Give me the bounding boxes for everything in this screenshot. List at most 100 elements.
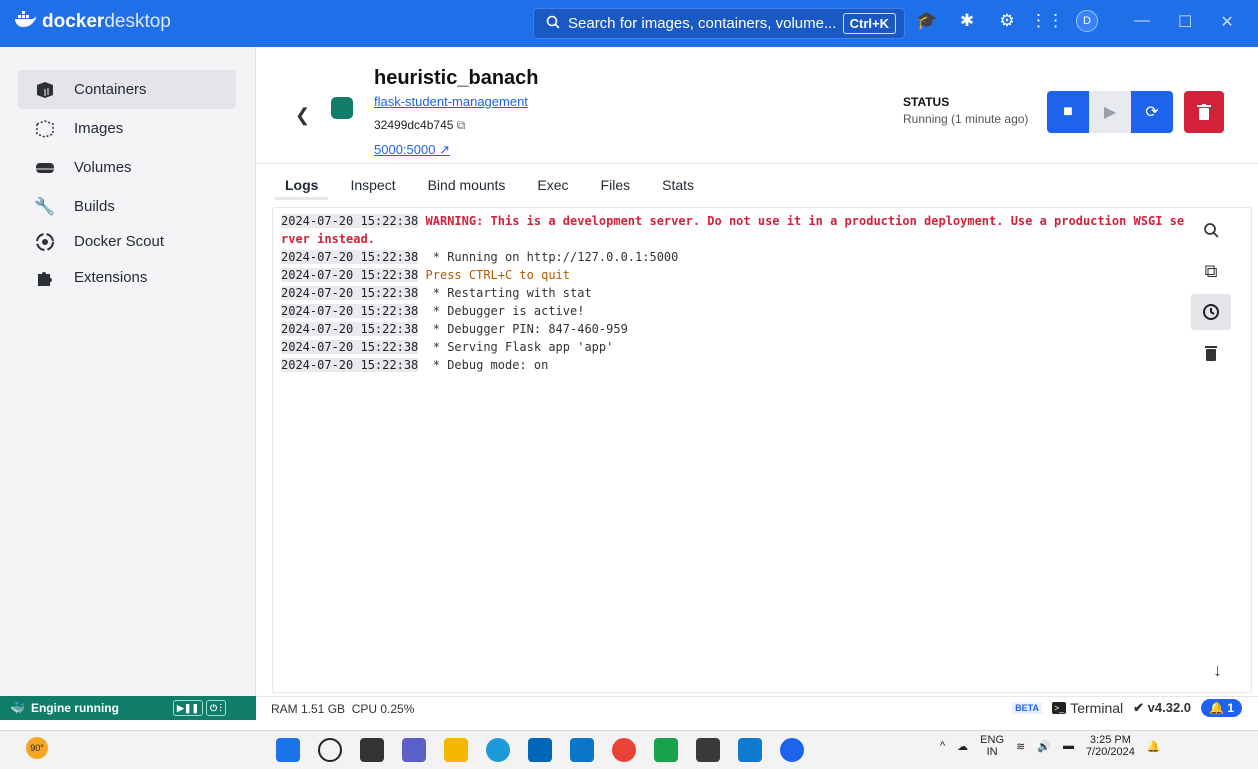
restart-button[interactable]: ⟳: [1131, 91, 1173, 133]
search-placeholder: Search for images, containers, volume...: [568, 15, 837, 32]
language-indicator[interactable]: ENG IN: [980, 734, 1004, 758]
dell-icon[interactable]: [570, 738, 594, 762]
time-text: 3:25 PM: [1089, 734, 1131, 746]
learning-center-icon[interactable]: 🎓: [916, 10, 938, 32]
timestamps-clock-icon[interactable]: [1191, 294, 1231, 330]
resource-usage: RAM 1.51 GB CPU 0.25%: [271, 702, 414, 716]
chrome-icon[interactable]: [612, 738, 636, 762]
start-button[interactable]: ▶: [1089, 91, 1131, 133]
sidebar-item-label: Docker Scout: [74, 233, 165, 250]
scroll-to-bottom-icon[interactable]: ↓: [1213, 660, 1222, 681]
sidebar-item-volumes[interactable]: Volumes: [18, 148, 236, 187]
trash-icon: [1197, 104, 1211, 120]
top-bar: docker desktop Search for images, contain…: [0, 0, 1258, 47]
close-icon[interactable]: ✕: [1220, 12, 1233, 32]
log-line: 2024-07-20 15:22:38 * Running on http://…: [281, 248, 1191, 266]
log-message: * Serving Flask app 'app': [425, 340, 614, 354]
beta-badge: BETA: [1012, 702, 1042, 714]
version-info[interactable]: ✔ v4.32.0: [1133, 700, 1191, 716]
port-text: 5000:5000: [374, 142, 436, 157]
tab-exec[interactable]: Exec: [537, 175, 568, 200]
maximize-icon[interactable]: ☐: [1178, 12, 1192, 32]
search-bar[interactable]: Search for images, containers, volume...…: [533, 8, 905, 39]
header-divider: [257, 163, 1258, 164]
task-view-icon[interactable]: [360, 738, 384, 762]
engine-play-pause-icon[interactable]: ▶❚❚: [173, 700, 204, 716]
tab-inspect[interactable]: Inspect: [350, 175, 395, 200]
terminal-icon[interactable]: [696, 738, 720, 762]
teams-icon[interactable]: [402, 738, 426, 762]
back-arrow-icon[interactable]: ❮: [295, 105, 310, 126]
log-timestamp: 2024-07-20 15:22:38: [281, 322, 419, 336]
log-lines: 2024-07-20 15:22:38 WARNING: This is a d…: [281, 212, 1191, 374]
troubleshoot-bug-icon[interactable]: ✱: [956, 10, 978, 32]
sidebar-item-docker-scout[interactable]: Docker Scout: [18, 222, 236, 261]
tab-bind-mounts[interactable]: Bind mounts: [428, 175, 506, 200]
stop-button[interactable]: ■: [1047, 91, 1089, 133]
sidebar-item-builds[interactable]: 🔧 Builds: [18, 187, 236, 226]
engine-status: 🐳 Engine running ▶❚❚ ⏻ ⋮: [0, 696, 256, 720]
sidebar-item-extensions[interactable]: Extensions: [18, 258, 236, 297]
terminal-button[interactable]: >_ Terminal: [1051, 700, 1124, 716]
app-grid-icon[interactable]: ⋮⋮: [1030, 10, 1064, 32]
wifi-icon[interactable]: ≋: [1016, 740, 1025, 753]
sidebar-item-containers[interactable]: Containers: [18, 70, 236, 109]
battery-icon[interactable]: ▬: [1063, 740, 1074, 752]
notification-count: 1: [1227, 701, 1234, 715]
notification-bell-icon[interactable]: 🔔: [1147, 740, 1161, 753]
terminal-label: Terminal: [1070, 700, 1124, 716]
settings-gear-icon[interactable]: ⚙: [996, 10, 1018, 32]
cloud-icon[interactable]: ☁: [957, 740, 968, 753]
log-line: 2024-07-20 15:22:38 Press CTRL+C to quit: [281, 266, 1191, 284]
notifications-button[interactable]: 🔔 1: [1201, 699, 1242, 717]
file-explorer-icon[interactable]: [444, 738, 468, 762]
port-link[interactable]: 5000:5000 ↗: [374, 142, 450, 158]
log-message: * Debug mode: on: [425, 358, 549, 372]
copy-icon[interactable]: ⧉: [457, 118, 466, 132]
vscode-icon[interactable]: [738, 738, 762, 762]
sidebar-item-label: Containers: [74, 81, 147, 98]
sidebar: Containers Images Volumes 🔧 Builds Docke…: [0, 47, 256, 696]
scout-icon: [34, 231, 56, 253]
photos-icon[interactable]: [654, 738, 678, 762]
docker-icon[interactable]: [780, 738, 804, 762]
store-icon[interactable]: [528, 738, 552, 762]
search-icon[interactable]: [318, 738, 342, 762]
tab-logs[interactable]: Logs: [274, 175, 330, 200]
chevron-up-icon[interactable]: ^: [940, 740, 945, 752]
edge-browser-icon[interactable]: [486, 738, 510, 762]
image-link[interactable]: flask-student-management: [374, 94, 528, 109]
container-id: 32499dc4b745 ⧉: [374, 118, 465, 133]
minimize-icon[interactable]: —: [1134, 12, 1150, 32]
log-message: WARNING: This is a development server. D…: [425, 214, 1185, 228]
log-message-cont: rver instead.: [281, 232, 375, 246]
version-text: v4.32.0: [1147, 700, 1192, 715]
search-icon: [546, 15, 560, 33]
log-message: Press CTRL+C to quit: [425, 268, 571, 282]
copy-logs-icon[interactable]: ⧉: [1191, 253, 1231, 289]
log-line: 2024-07-20 15:22:38 * Debugger PIN: 847-…: [281, 320, 1191, 338]
ram-usage: RAM 1.51 GB: [271, 702, 346, 716]
log-viewer[interactable]: 2024-07-20 15:22:38 WARNING: This is a d…: [272, 207, 1252, 693]
sidebar-item-images[interactable]: Images: [18, 109, 236, 148]
clear-logs-trash-icon[interactable]: [1191, 335, 1231, 371]
tab-stats[interactable]: Stats: [662, 175, 694, 200]
account-avatar[interactable]: D: [1076, 10, 1098, 32]
engine-power-menu-icon[interactable]: ⏻ ⋮: [206, 700, 226, 716]
date-text: 7/20/2024: [1085, 746, 1135, 758]
log-line: 2024-07-20 15:22:38 * Debugger is active…: [281, 302, 1191, 320]
windows-start-icon[interactable]: [276, 738, 300, 762]
clock[interactable]: 3:25 PM 7/20/2024: [1086, 734, 1135, 758]
tab-files[interactable]: Files: [601, 175, 631, 200]
volume-icon[interactable]: 🔊: [1037, 740, 1051, 753]
docker-logo: docker desktop: [14, 11, 171, 33]
sidebar-item-label: Builds: [74, 198, 115, 215]
search-logs-icon[interactable]: [1191, 212, 1231, 248]
image-icon: [34, 118, 56, 140]
log-message: * Debugger is active!: [425, 304, 585, 318]
weather-widget[interactable]: 90°: [26, 737, 48, 759]
log-line: 2024-07-20 15:22:38 * Serving Flask app …: [281, 338, 1191, 356]
container-icon: [331, 97, 353, 119]
log-timestamp: 2024-07-20 15:22:38: [281, 214, 419, 228]
delete-button[interactable]: [1184, 91, 1224, 133]
